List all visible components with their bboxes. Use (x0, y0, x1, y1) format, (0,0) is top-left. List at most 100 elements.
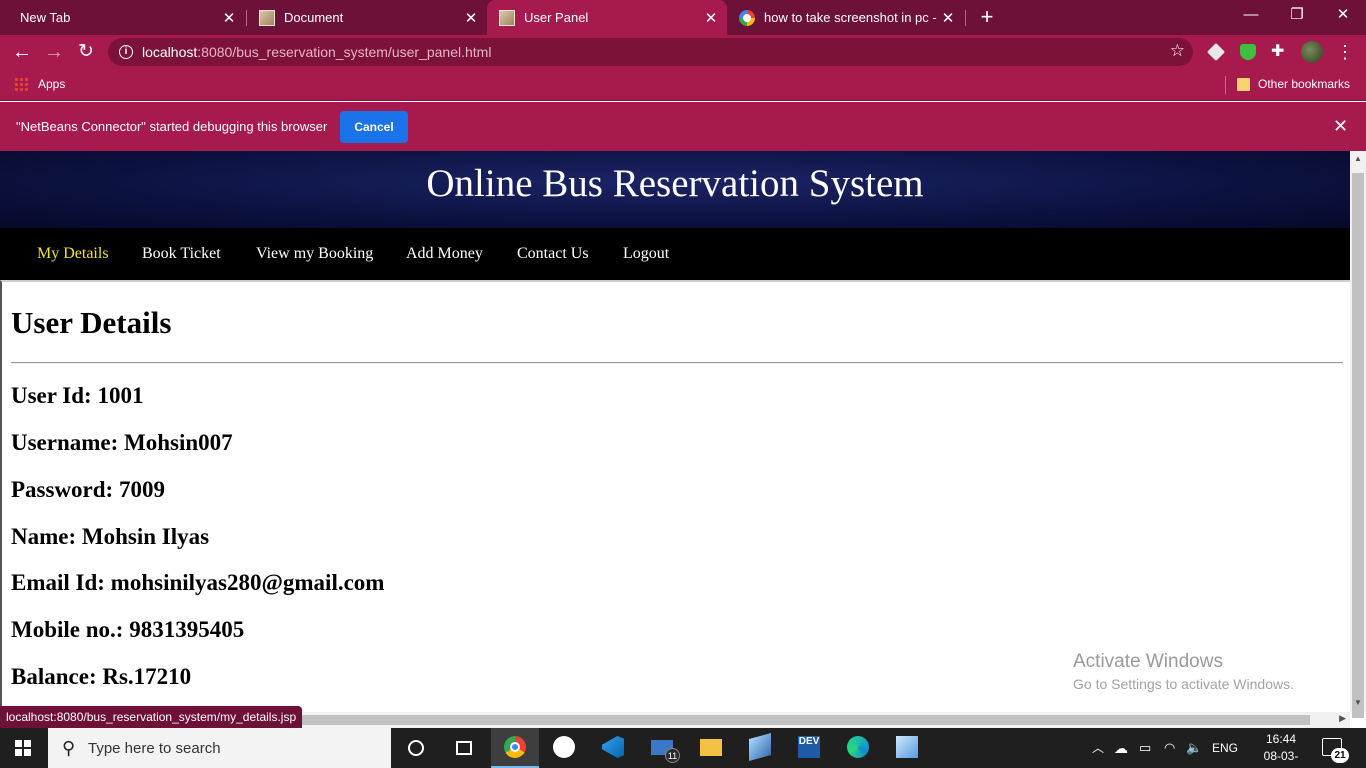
document-favicon-icon (259, 9, 275, 26)
profile-avatar[interactable] (1301, 41, 1323, 63)
window-close-icon[interactable]: ✕ (1320, 0, 1366, 32)
vscode-icon (602, 736, 624, 758)
network-app-icon (749, 733, 771, 761)
site-info-icon[interactable]: i (119, 45, 133, 59)
search-placeholder: Type here to search (88, 740, 221, 757)
nav-contact-us[interactable]: Contact Us (517, 245, 589, 263)
cortana-button[interactable] (392, 728, 440, 768)
taskbar-browser-alt[interactable] (540, 728, 588, 768)
detail-email: Email Id: mohsinilyas280@gmail.com (11, 570, 385, 595)
wifi-icon[interactable]: ◠ (1164, 728, 1175, 768)
cancel-button[interactable]: Cancel (340, 111, 408, 143)
site-nav: My Details Book Ticket View my Booking A… (0, 228, 1350, 280)
close-icon[interactable]: ✕ (219, 9, 239, 27)
document-favicon-icon (499, 9, 515, 26)
nav-book-ticket[interactable]: Book Ticket (142, 245, 221, 263)
taskbar-clock[interactable]: 16:44 08-03-2021 (1256, 731, 1306, 768)
search-icon: ⚲ (62, 738, 76, 758)
box-app-icon (896, 736, 918, 758)
tab-user-panel[interactable]: User Panel ✕ (487, 0, 727, 35)
language-indicator[interactable]: ENG (1212, 728, 1238, 768)
scroll-down-icon[interactable]: ▼ (1350, 698, 1366, 707)
folder-icon (1237, 78, 1250, 91)
taskbar-devcpp[interactable]: DEV (785, 728, 833, 768)
notification-count-badge: 21 (1331, 748, 1349, 763)
windows-taskbar: ⚲ Type here to search 11 DEV ︿ ☁ ▭ ◠ 🔈 E… (0, 728, 1366, 768)
vertical-scrollbar[interactable]: ▲ ▼ (1350, 151, 1366, 718)
volume-icon[interactable]: 🔈 (1186, 728, 1202, 768)
url-path: :8080/bus_reservation_system/user_panel.… (197, 44, 492, 60)
detail-username: Username: Mohsin007 (11, 430, 233, 455)
onedrive-cloud-icon[interactable]: ☁ (1114, 728, 1128, 768)
extension-cube-icon[interactable] (1206, 42, 1226, 62)
clock-time: 16:44 (1265, 732, 1297, 746)
task-view-button[interactable] (440, 728, 488, 768)
extension-shield-icon[interactable] (1240, 44, 1256, 60)
taskbar-vscode[interactable] (589, 728, 637, 768)
reload-icon[interactable]: ↻ (73, 39, 99, 65)
bookmark-star-icon[interactable]: ☆ (1170, 41, 1185, 61)
nav-logout[interactable]: Logout (623, 245, 669, 263)
activation-watermark-title: Activate Windows (1073, 651, 1223, 672)
horizontal-scrollbar[interactable]: ▶ (290, 712, 1350, 728)
start-button[interactable] (0, 728, 48, 768)
extensions-puzzle-icon[interactable]: ✚ (1271, 41, 1287, 60)
detail-balance: Balance: Rs.17210 (11, 664, 192, 689)
chrome-icon (504, 736, 526, 758)
scroll-right-icon[interactable]: ▶ (1339, 713, 1346, 724)
taskbar-edge[interactable] (834, 728, 882, 768)
tab-new-tab[interactable]: New Tab ✕ (0, 0, 245, 35)
tab-document[interactable]: Document ✕ (247, 0, 487, 35)
infobar-close-icon[interactable]: ✕ (1333, 116, 1348, 137)
close-icon[interactable]: ✕ (461, 9, 481, 27)
browser-menu-icon[interactable]: ⋮ (1336, 41, 1354, 63)
scroll-up-icon[interactable]: ▲ (1350, 154, 1366, 163)
site-title: Online Bus Reservation System (426, 162, 924, 205)
chevron-up-icon[interactable]: ︿ (1092, 728, 1104, 768)
tab-strip: New Tab ✕ Document ✕ User Panel ✕ how to… (0, 0, 1366, 35)
other-bookmarks[interactable]: Other bookmarks (1258, 77, 1350, 91)
dev-cpp-icon: DEV (798, 736, 820, 758)
tab-title: New Tab (20, 10, 71, 25)
scrollbar-thumb[interactable] (290, 715, 1310, 725)
nav-add-money[interactable]: Add Money (406, 245, 483, 263)
address-bar[interactable]: i localhost:8080/bus_reservation_system/… (108, 38, 1193, 66)
taskbar-file-explorer[interactable] (687, 728, 735, 768)
bookmark-divider (1225, 76, 1226, 94)
taskbar-chrome[interactable] (491, 728, 539, 768)
tab-google-search[interactable]: how to take screenshot in pc - Go ✕ (727, 0, 964, 35)
bookmarks-bar: Apps Other bookmarks (0, 69, 1366, 101)
new-tab-plus-icon[interactable]: + (976, 4, 998, 30)
url-host: localhost (142, 44, 198, 60)
restore-icon[interactable]: ❐ (1274, 0, 1320, 32)
battery-plug-icon[interactable]: ▭ (1139, 728, 1151, 768)
taskbar-search[interactable]: ⚲ Type here to search (48, 728, 391, 768)
divider (11, 362, 1343, 364)
minimize-icon[interactable]: — (1228, 0, 1274, 32)
scrollbar-thumb[interactable] (1352, 173, 1364, 718)
windows-logo-icon (15, 740, 31, 756)
edge-icon (847, 736, 869, 758)
clock-date: 08-03-2021 (1263, 749, 1299, 768)
cortana-icon (408, 740, 424, 756)
detail-password: Password: 7009 (11, 477, 165, 502)
mail-unread-badge: 11 (665, 748, 680, 763)
folder-icon (700, 739, 722, 756)
nav-my-details[interactable]: My Details (37, 245, 109, 263)
back-arrow-icon[interactable]: ← (9, 39, 35, 65)
taskbar-mail[interactable]: 11 (638, 728, 686, 768)
forward-arrow-icon[interactable]: → (41, 39, 67, 65)
close-icon[interactable]: ✕ (938, 9, 958, 27)
browser-toolbar: ← → ↻ i localhost:8080/bus_reservation_s… (0, 35, 1366, 69)
task-view-icon (456, 741, 472, 755)
bookmark-apps[interactable]: Apps (38, 77, 65, 91)
tab-title: Document (284, 10, 344, 25)
apps-grid-icon[interactable] (14, 77, 28, 91)
nav-view-my-booking[interactable]: View my Booking (256, 245, 373, 263)
page-title: User Details (11, 305, 172, 340)
taskbar-network-app[interactable] (736, 728, 784, 768)
infobar-message: "NetBeans Connector" started debugging t… (16, 119, 328, 134)
close-icon[interactable]: ✕ (701, 9, 721, 27)
taskbar-virtualbox[interactable] (883, 728, 931, 768)
status-bar-url: localhost:8080/bus_reservation_system/my… (0, 706, 303, 728)
